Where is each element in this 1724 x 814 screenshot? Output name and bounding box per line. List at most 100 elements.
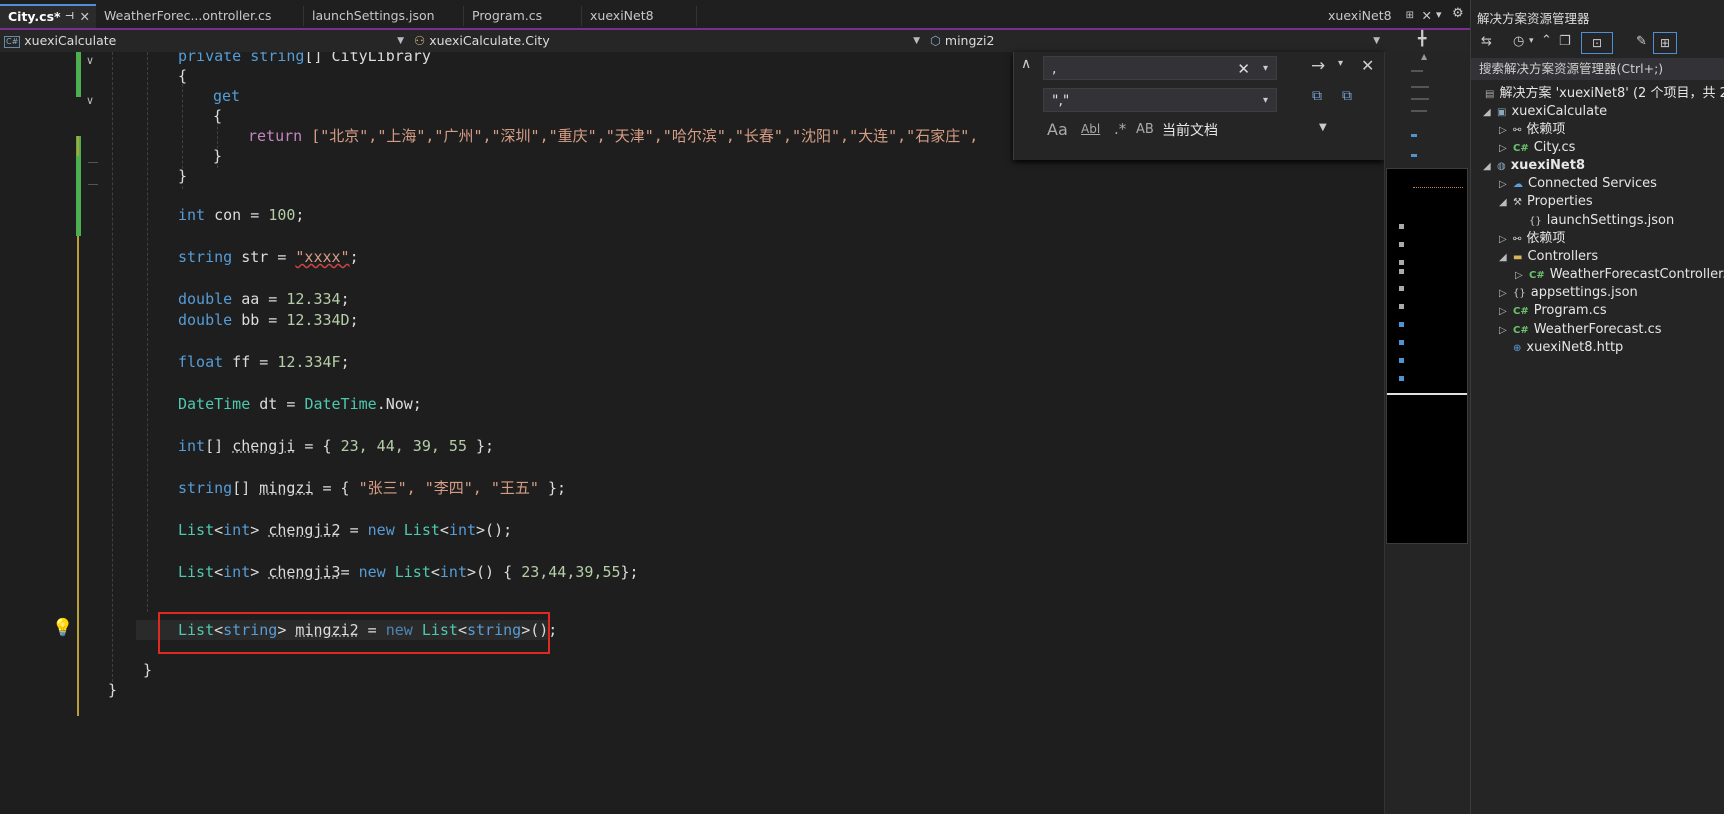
minimap-marker bbox=[1399, 358, 1404, 363]
http-file-icon: ⊕ bbox=[1513, 343, 1522, 354]
punctuation: }; bbox=[538, 479, 567, 497]
clear-search-icon[interactable]: ✕ bbox=[1237, 57, 1250, 81]
tree-item-weatherforecastcontroller[interactable]: ▷ C# WeatherForecastController.c bbox=[1515, 265, 1724, 285]
punctuation: >(); bbox=[476, 521, 513, 539]
keyword: new bbox=[367, 521, 395, 539]
solution-root[interactable]: ▤ 解决方案 'xuexiNet8' (2 个项目，共 2 个 bbox=[1485, 84, 1724, 104]
tab-weatherforecastcontroller[interactable]: WeatherForec...ontroller.cs bbox=[96, 6, 304, 26]
string-literal: ["北京","上海","广州","深圳","重庆","天津","哈尔滨","长春… bbox=[302, 127, 979, 145]
member-dropdown[interactable]: ⬡ mingzi2 ▼ bbox=[930, 32, 1384, 50]
tab-label: xuexiNet8 bbox=[590, 8, 654, 23]
tree-item-program-cs[interactable]: ▷ C# Program.cs bbox=[1499, 301, 1607, 321]
keyword: int bbox=[178, 206, 206, 224]
string-literal: "xxxx" bbox=[295, 248, 350, 266]
lightbulb-icon[interactable]: 💡 bbox=[52, 618, 73, 638]
tree-item-dependencies[interactable]: ▷ ⚯ 依赖项 bbox=[1499, 229, 1565, 249]
regex-toggle[interactable]: .* bbox=[1114, 120, 1126, 138]
minimap-marker bbox=[1399, 322, 1404, 327]
tab-launchsettings[interactable]: launchSettings.json bbox=[304, 6, 464, 26]
minimap-marker bbox=[1399, 260, 1404, 265]
code-line: string str = "xxxx"; bbox=[178, 247, 359, 267]
tree-label: Controllers bbox=[1527, 249, 1599, 264]
sync-icon[interactable]: ⇆ bbox=[1481, 34, 1492, 49]
collapse-chevron-icon[interactable]: ∨ bbox=[86, 54, 94, 67]
tree-item-connected-services[interactable]: ▷ ☁ Connected Services bbox=[1499, 174, 1657, 194]
pin-icon[interactable]: ⊣ bbox=[65, 6, 74, 28]
type-name: DateTime bbox=[304, 395, 377, 413]
find-options-dropdown-icon[interactable]: ▾ bbox=[1338, 58, 1343, 69]
tree-item-launchsettings[interactable]: {} launchSettings.json bbox=[1529, 211, 1674, 231]
tree-item-xuexicalculate[interactable]: ◢ ▣ xuexiCalculate bbox=[1483, 102, 1607, 122]
tab-city-cs[interactable]: City.cs* ⊣ ✕ bbox=[0, 4, 96, 28]
find-next-arrow-icon[interactable]: → bbox=[1311, 56, 1325, 76]
properties-icon: ⚒ bbox=[1513, 197, 1522, 208]
punctuation: < bbox=[439, 521, 449, 539]
tree-item-http-file[interactable]: ⊕ xuexiNet8.http bbox=[1513, 338, 1623, 358]
replace-next-icon[interactable]: ⧉ bbox=[1312, 88, 1322, 104]
search-scope-dropdown[interactable]: 当前文档 bbox=[1162, 120, 1218, 140]
tree-label: WeatherForecast.cs bbox=[1533, 322, 1662, 337]
code-editor[interactable]: ∨ ∨ private string[] CityLibrary { get {… bbox=[0, 52, 1384, 814]
tree-item-weatherforecast-cs[interactable]: ▷ C# WeatherForecast.cs bbox=[1499, 320, 1662, 340]
operator: = { bbox=[295, 437, 341, 455]
toggle-replace-chevron-icon[interactable]: ∧ bbox=[1021, 56, 1031, 72]
search-solution-input[interactable]: 搜索解决方案资源管理器(Ctrl+;) bbox=[1471, 58, 1724, 80]
minimap[interactable] bbox=[1386, 168, 1468, 544]
punctuation: < bbox=[214, 521, 224, 539]
preserve-case-toggle[interactable]: AB bbox=[1136, 122, 1154, 137]
scroll-up-arrow-icon[interactable]: ▲ bbox=[1421, 52, 1427, 61]
tree-item-dependencies[interactable]: ▷ ⚯ 依赖项 bbox=[1499, 120, 1565, 140]
minimap-marker bbox=[1399, 376, 1404, 381]
tab-xuexinet8[interactable]: xuexiNet8 bbox=[582, 6, 697, 26]
number-literal: 23,44,39,55 bbox=[521, 563, 621, 581]
scope-chevron-down-icon[interactable]: ▼ bbox=[1319, 122, 1327, 133]
close-icon[interactable]: ✕ bbox=[80, 6, 90, 28]
minimap-marker bbox=[1399, 242, 1404, 247]
tab-program-cs[interactable]: Program.cs bbox=[464, 6, 582, 26]
close-icon[interactable]: ✕ bbox=[1422, 6, 1432, 26]
project-dropdown[interactable]: C# xuexiCalculate ▼ bbox=[4, 32, 408, 50]
indent-guide bbox=[112, 52, 113, 692]
history-icon[interactable]: ◷ bbox=[1513, 34, 1524, 49]
tree-label: 依赖项 bbox=[1526, 122, 1566, 137]
collapse-all-icon[interactable]: ⌃ bbox=[1541, 33, 1552, 48]
search-input[interactable]: , ✕ ▾ bbox=[1043, 56, 1277, 80]
tree-item-xuexinet8[interactable]: ◢ ◍ xuexiNet8 bbox=[1483, 156, 1585, 176]
tab-xuexinet8-pinned[interactable]: xuexiNet8 ⊞ ✕ bbox=[1320, 6, 1438, 26]
csharp-project-icon: C# bbox=[4, 35, 21, 48]
tree-item-properties[interactable]: ◢ ⚒ Properties bbox=[1499, 192, 1593, 212]
code-line: } bbox=[108, 681, 118, 699]
split-editor-icon[interactable]: ╋ bbox=[1418, 31, 1426, 47]
search-history-dropdown-icon[interactable]: ▾ bbox=[1263, 57, 1268, 81]
pin-icon[interactable]: ⊞ bbox=[1406, 6, 1414, 26]
tree-label: appsettings.json bbox=[1530, 285, 1638, 300]
copy-icon[interactable]: ❐ bbox=[1559, 34, 1571, 49]
type-name: List bbox=[178, 563, 215, 581]
punctuation: < bbox=[214, 563, 224, 581]
tree-item-city-cs[interactable]: ▷ C# City.cs bbox=[1499, 138, 1575, 158]
tab-list-dropdown-icon[interactable]: ▾ bbox=[1436, 8, 1442, 21]
punctuation: }; bbox=[467, 437, 495, 455]
replace-input[interactable]: "," ▾ bbox=[1043, 88, 1277, 112]
tree-label: launchSettings.json bbox=[1546, 213, 1675, 228]
wrench-icon[interactable]: ✎ bbox=[1636, 34, 1647, 49]
match-case-toggle[interactable]: Aa bbox=[1047, 120, 1068, 139]
replace-all-icon[interactable]: ⧉ bbox=[1342, 88, 1352, 104]
close-find-icon[interactable]: ✕ bbox=[1361, 56, 1374, 75]
tree-item-appsettings[interactable]: ▷{} appsettings.json bbox=[1499, 283, 1638, 303]
replace-history-dropdown-icon[interactable]: ▾ bbox=[1263, 89, 1268, 113]
tree-label: 依赖项 bbox=[1526, 231, 1566, 246]
identifier: ff bbox=[223, 353, 251, 371]
filter-icon[interactable]: ⊡ bbox=[1581, 32, 1613, 54]
change-bar-unsaved bbox=[77, 136, 79, 156]
minimap-marker bbox=[1411, 154, 1417, 157]
class-dropdown[interactable]: ⚇ xuexiCalculate.City ▼ bbox=[414, 32, 924, 50]
collapse-chevron-icon[interactable]: ∨ bbox=[86, 94, 94, 107]
preview-toggle-icon[interactable]: ⊞ bbox=[1653, 32, 1677, 54]
change-bar-saved bbox=[76, 52, 81, 97]
chevron-down-icon[interactable]: ▾ bbox=[1529, 36, 1534, 46]
whole-word-toggle[interactable]: Abl bbox=[1081, 122, 1100, 136]
gear-icon[interactable]: ⚙ bbox=[1452, 6, 1464, 21]
keyword: int bbox=[439, 563, 467, 581]
tree-item-controllers[interactable]: ◢ ▬ Controllers bbox=[1499, 247, 1598, 267]
